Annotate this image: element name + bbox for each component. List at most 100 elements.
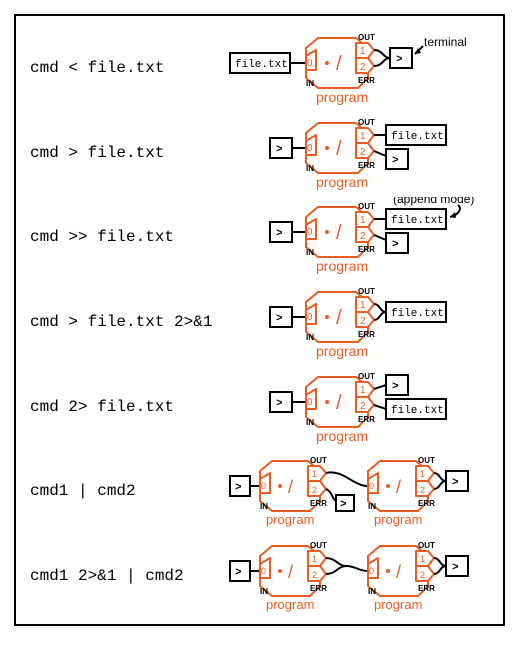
svg-text:ERR: ERR: [310, 499, 327, 508]
diagram-svg: > 0 IN 1 2 OUT ERR / program file.txt: [228, 282, 489, 362]
svg-text:1: 1: [360, 131, 366, 142]
svg-text:file.txt: file.txt: [391, 405, 444, 417]
svg-text:ERR: ERR: [358, 161, 375, 170]
svg-text:IN: IN: [368, 502, 376, 511]
svg-text:/: /: [288, 477, 293, 497]
svg-text:OUT: OUT: [418, 541, 435, 550]
svg-text:/: /: [288, 562, 293, 582]
svg-text:IN: IN: [306, 164, 314, 173]
svg-text:IN: IN: [306, 333, 314, 342]
svg-text:program: program: [316, 89, 368, 105]
diagram-svg: > 0 IN 1 2 OUT ERR / program: [228, 536, 489, 616]
svg-text:ERR: ERR: [310, 584, 327, 593]
diagram-svg: > 0 IN 1 2 OUT ERR / program file.txt: [228, 113, 489, 193]
svg-text:IN: IN: [306, 418, 314, 427]
svg-text:1: 1: [360, 46, 366, 57]
svg-text:ERR: ERR: [418, 584, 435, 593]
row-redirect-both: cmd > file.txt 2>&1 > 0 IN 1 2 OUT ERR /…: [30, 282, 489, 362]
svg-text:program: program: [316, 428, 368, 444]
command-text: cmd1 | cmd2: [30, 482, 228, 500]
svg-text:/: /: [396, 477, 401, 497]
svg-text:file.txt: file.txt: [391, 131, 444, 143]
row-append-redirect: cmd >> file.txt > 0 IN 1 2 OUT ERR / pro…: [30, 197, 489, 277]
svg-text:OUT: OUT: [358, 287, 375, 296]
svg-text:file.txt: file.txt: [391, 215, 444, 227]
svg-text:2: 2: [312, 570, 317, 580]
svg-text:program: program: [316, 343, 368, 359]
row-input-redirect: cmd < file.txt file.txt 0 IN 1 2 OUT: [30, 28, 489, 108]
svg-text:IN: IN: [306, 79, 314, 88]
svg-text:>: >: [452, 477, 459, 489]
svg-text:1: 1: [360, 215, 366, 226]
svg-text:OUT: OUT: [358, 202, 375, 211]
svg-text:program: program: [266, 512, 314, 527]
svg-text:>: >: [276, 228, 283, 240]
svg-text:OUT: OUT: [358, 118, 375, 127]
svg-text:>: >: [392, 381, 399, 393]
command-text: cmd < file.txt: [30, 59, 228, 77]
svg-text:0: 0: [307, 58, 313, 69]
svg-text:>: >: [276, 313, 283, 325]
diagram-svg: > 0 IN 1 2 OUT ERR / program >: [228, 451, 489, 531]
svg-text:OUT: OUT: [310, 456, 327, 465]
svg-text:OUT: OUT: [358, 372, 375, 381]
diagram-frame: cmd < file.txt file.txt 0 IN 1 2 OUT: [14, 14, 505, 626]
svg-text:2: 2: [360, 231, 366, 242]
svg-text:1: 1: [360, 385, 366, 396]
row-stderr-redirect: cmd 2> file.txt > 0 IN 1 2 OUT ERR / pro…: [30, 367, 489, 447]
diagram-svg: > 0 IN 1 2 OUT ERR / program >: [228, 367, 489, 447]
svg-text:/: /: [336, 138, 342, 160]
terminal-annotation: terminal: [424, 35, 467, 49]
command-text: cmd > file.txt: [30, 144, 228, 162]
svg-text:file.txt: file.txt: [391, 308, 444, 320]
svg-text:IN: IN: [260, 502, 268, 511]
svg-text:2: 2: [420, 485, 425, 495]
diagram-svg: > 0 IN 1 2 OUT ERR / program file.txt: [228, 197, 489, 277]
svg-text:2: 2: [360, 62, 366, 73]
svg-text:0: 0: [307, 312, 313, 323]
file-label: file.txt: [235, 59, 288, 71]
svg-text:OUT: OUT: [418, 456, 435, 465]
svg-text:2: 2: [360, 316, 366, 327]
svg-text:>: >: [276, 398, 283, 410]
append-annotation: (append mode): [393, 197, 474, 206]
svg-text:>: >: [392, 155, 399, 167]
svg-text:/: /: [396, 562, 401, 582]
svg-text:1: 1: [312, 469, 317, 479]
svg-text:OUT: OUT: [358, 33, 375, 42]
svg-text:1: 1: [312, 554, 317, 564]
svg-text:IN: IN: [368, 587, 376, 596]
svg-text:>: >: [276, 144, 283, 156]
svg-text:IN: IN: [260, 587, 268, 596]
svg-text:ERR: ERR: [358, 330, 375, 339]
svg-text:1: 1: [420, 554, 425, 564]
svg-text:program: program: [316, 258, 368, 274]
row-output-redirect: cmd > file.txt > 0 IN 1 2 OUT ERR /: [30, 113, 489, 193]
svg-text:0: 0: [369, 566, 374, 576]
command-text: cmd 2> file.txt: [30, 398, 228, 416]
svg-text:0: 0: [307, 397, 313, 408]
svg-text:ERR: ERR: [358, 245, 375, 254]
command-text: cmd1 2>&1 | cmd2: [30, 567, 228, 585]
svg-text:>: >: [396, 54, 403, 66]
svg-text:>: >: [235, 482, 242, 494]
svg-text:OUT: OUT: [310, 541, 327, 550]
svg-text:0: 0: [261, 481, 266, 491]
svg-text:IN: IN: [306, 248, 314, 257]
row-pipe-merge-stderr: cmd1 2>&1 | cmd2 > 0 IN 1 2 OUT ERR / pr…: [30, 536, 489, 616]
command-text: cmd > file.txt 2>&1: [30, 313, 228, 331]
svg-text:/: /: [336, 53, 342, 75]
svg-text:>: >: [340, 499, 347, 511]
svg-text:ERR: ERR: [358, 415, 375, 424]
svg-text:>: >: [392, 239, 399, 251]
svg-text:2: 2: [312, 485, 317, 495]
svg-text:0: 0: [307, 143, 313, 154]
command-text: cmd >> file.txt: [30, 228, 228, 246]
svg-text:1: 1: [420, 469, 425, 479]
svg-text:/: /: [336, 392, 342, 414]
svg-text:/: /: [336, 222, 342, 244]
svg-text:/: /: [336, 307, 342, 329]
svg-text:0: 0: [369, 481, 374, 491]
svg-text:2: 2: [420, 570, 425, 580]
svg-text:2: 2: [360, 147, 366, 158]
